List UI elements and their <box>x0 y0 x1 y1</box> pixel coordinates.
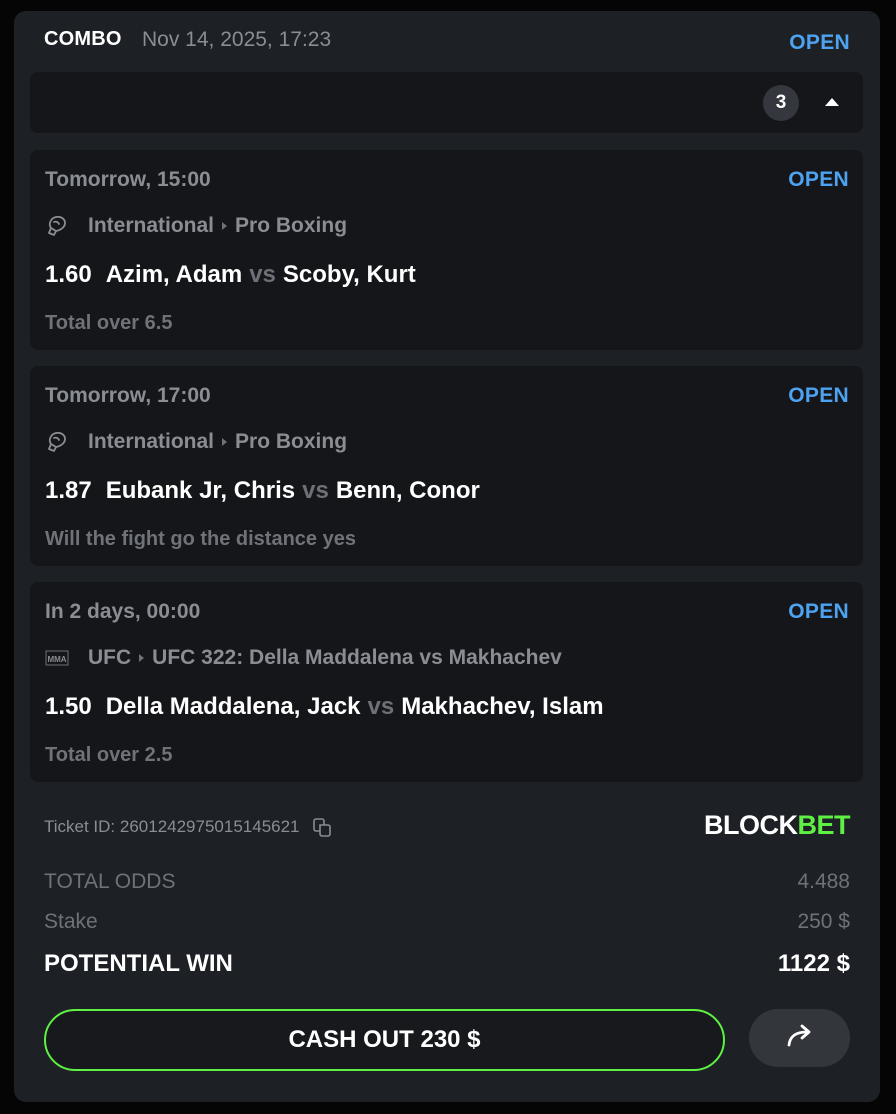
brand-logo-part1: BLOCK <box>704 810 798 840</box>
leg-market: Total over 2.5 <box>45 744 173 766</box>
home-competitor: Azim, Adam <box>105 261 243 288</box>
bet-leg[interactable]: In 2 days, 00:00 OPEN MMA UFC UFC 322: D… <box>30 582 863 782</box>
mma-icon: MMA <box>45 646 73 670</box>
event-time: In 2 days, 00:00 <box>45 600 201 623</box>
event-time: Tomorrow, 17:00 <box>45 384 211 407</box>
leg-status-badge: OPEN <box>788 384 849 407</box>
home-competitor: Eubank Jr, Chris <box>105 477 296 504</box>
vs-label: vs <box>367 693 395 720</box>
legs-collapse-toggle[interactable]: 3 <box>30 72 863 133</box>
bet-leg[interactable]: Tomorrow, 17:00 OPEN International Pro B… <box>30 366 863 566</box>
ticket-id-label: Ticket ID: 2601242975015145621 <box>44 817 300 836</box>
potential-win-row: POTENTIAL WIN 1122 $ <box>44 950 850 978</box>
potential-win-label: POTENTIAL WIN <box>44 950 233 977</box>
stake-value: 250 $ <box>797 910 850 933</box>
event-breadcrumb: International Pro Boxing <box>45 214 347 238</box>
brand-logo: BLOCKBET <box>704 810 850 841</box>
event-league: UFC 322: Della Maddalena vs Makhachev <box>152 646 562 669</box>
event-line: 1.87 Eubank Jr, Chris vs Benn, Conor <box>45 477 480 505</box>
event-category: International <box>88 430 215 453</box>
caret-up-icon[interactable] <box>822 92 842 112</box>
leg-odds: 1.60 <box>45 261 92 288</box>
total-odds-label: TOTAL ODDS <box>44 870 176 893</box>
bet-placed-date: Nov 14, 2025, 17:23 <box>142 28 332 51</box>
cash-out-button[interactable]: CASH OUT 230 $ <box>44 1009 725 1071</box>
leg-status-badge: OPEN <box>788 168 849 191</box>
home-competitor: Della Maddalena, Jack <box>105 693 361 720</box>
vs-label: vs <box>249 261 276 288</box>
leg-odds: 1.50 <box>45 693 92 720</box>
mma-icon-text: MMA <box>47 655 66 664</box>
copy-icon[interactable] <box>312 817 332 837</box>
leg-market: Will the fight go the distance yes <box>45 528 356 550</box>
away-competitor: Benn, Conor <box>335 477 480 504</box>
breadcrumb-separator-icon <box>222 222 228 230</box>
share-button[interactable] <box>749 1009 850 1067</box>
stake-row: Stake 250 $ <box>44 910 850 934</box>
total-odds-row: TOTAL ODDS 4.488 <box>44 870 850 894</box>
brand-logo-part2: BET <box>797 810 851 840</box>
bet-leg[interactable]: Tomorrow, 15:00 OPEN International Pro B… <box>30 150 863 350</box>
bet-type-label: COMBO <box>44 28 122 50</box>
event-time: Tomorrow, 15:00 <box>45 168 211 191</box>
potential-win-value: 1122 $ <box>777 950 850 977</box>
share-arrow-icon <box>785 1023 815 1054</box>
event-line: 1.50 Della Maddalena, Jack vs Makhachev, Is… <box>45 693 604 721</box>
leg-odds: 1.87 <box>45 477 92 504</box>
boxing-glove-icon <box>45 214 73 238</box>
boxing-glove-icon <box>45 430 73 454</box>
event-line: 1.60 Azim, Adam vs Scoby, Kurt <box>45 261 416 289</box>
event-league: Pro Boxing <box>235 430 348 453</box>
leg-market: Total over 6.5 <box>45 312 173 334</box>
legs-count-badge: 3 <box>763 85 799 121</box>
away-competitor: Makhachev, Islam <box>401 693 604 720</box>
vs-label: vs <box>302 477 329 504</box>
event-category: UFC <box>88 646 132 669</box>
breadcrumb-separator-icon <box>222 438 228 446</box>
ticket-id: Ticket ID: 2601242975015145621 <box>44 817 332 837</box>
total-odds-value: 4.488 <box>797 870 850 893</box>
breadcrumb-separator-icon <box>139 654 145 662</box>
event-breadcrumb: MMA UFC UFC 322: Della Maddalena vs Makh… <box>45 646 562 670</box>
stake-label: Stake <box>44 910 98 933</box>
event-league: Pro Boxing <box>235 214 348 237</box>
away-competitor: Scoby, Kurt <box>282 261 416 288</box>
event-breadcrumb: International Pro Boxing <box>45 430 347 454</box>
leg-status-badge: OPEN <box>788 600 849 623</box>
bet-ticket-card: COMBO Nov 14, 2025, 17:23 OPEN 3 Tomorro… <box>14 11 880 1102</box>
event-category: International <box>88 214 215 237</box>
bet-status-badge: OPEN <box>789 31 850 54</box>
